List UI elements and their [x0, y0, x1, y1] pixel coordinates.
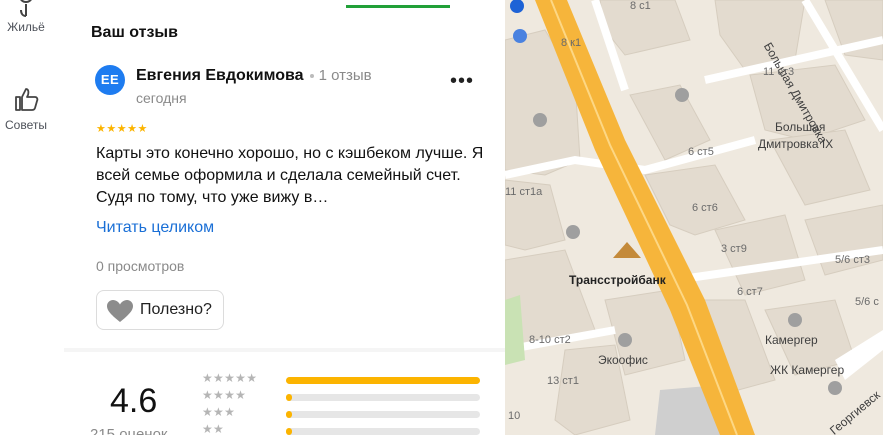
heart-icon [107, 300, 133, 322]
map-label: 11 ст3 [763, 66, 795, 78]
map-label: 13 ст1 [547, 375, 579, 387]
home-icon [20, 0, 32, 17]
rating-bar-track [286, 377, 480, 384]
review-stars: ★★★★★ [96, 123, 148, 135]
map-label: Большая [775, 120, 826, 134]
rating-bar-track [286, 411, 480, 418]
review-author-line: Евгения Евдокимова 1 отзыв [136, 67, 372, 85]
rating-row-stars: ★★★★ [202, 388, 247, 402]
map-label: Трансстройбанк [569, 273, 666, 287]
review-text: Карты это конечно хорошо, но с кэшбеком … [96, 145, 484, 206]
app-root: Жильё Советы Ваш отзыв ЕЕ Евгения Евдоки… [0, 0, 883, 435]
avatar[interactable]: ЕЕ [95, 65, 125, 95]
map-label: 10 [508, 410, 521, 422]
reviews-panel: Ваш отзыв ЕЕ Евгения Евдокимова 1 отзыв с… [64, 0, 505, 435]
more-options-button[interactable]: ••• [450, 70, 474, 93]
map-label: Камергер [765, 333, 818, 347]
rating-row-stars: ★★★★★ [202, 371, 258, 385]
rating-row[interactable]: ★★★★ [202, 388, 502, 405]
rating-bar-fill [286, 394, 292, 401]
map-label: 8 с1 [630, 0, 651, 12]
ratings-count: 215 оценок [90, 426, 168, 435]
average-rating: 4.6 [110, 382, 158, 420]
useful-button[interactable]: Полезно? [96, 290, 224, 330]
map-label: 11 ст1а [505, 186, 543, 198]
rating-bar-fill [286, 411, 292, 418]
author-name[interactable]: Евгения Евдокимова [136, 67, 304, 84]
rating-bar-fill [286, 428, 292, 435]
rating-bar-track [286, 394, 480, 401]
sidebar-item-housing[interactable]: Жильё [0, 0, 52, 34]
map-label: 6 ст5 [688, 146, 714, 158]
read-more-link[interactable]: Читать целиком [96, 219, 214, 237]
review-card: Ваш отзыв ЕЕ Евгения Евдокимова 1 отзыв с… [64, 0, 505, 348]
sidebar-item-label: Жильё [7, 20, 45, 34]
rating-row[interactable]: ★★★ [202, 405, 502, 422]
map-label: 6 ст6 [692, 202, 718, 214]
map-label: 8 к1 [561, 37, 582, 49]
views-count: 0 просмотров [96, 258, 185, 274]
map-label: 6 ст7 [737, 286, 763, 298]
author-review-count: 1 отзыв [318, 67, 372, 84]
useful-label: Полезно? [140, 301, 212, 318]
rating-bar-fill [286, 377, 480, 384]
sidebar-item-tips[interactable]: Советы [0, 86, 52, 132]
ratings-summary: 4.6 215 оценок ★★★★★ ★★★★ ★★★ ★★ [64, 352, 505, 435]
left-rail: Жильё Советы [0, 0, 52, 435]
rating-bar-track [286, 428, 480, 435]
map-label: 5/6 ст3 [835, 254, 871, 266]
map-label: 5/6 с [855, 296, 879, 308]
rating-row-stars: ★★★ [202, 405, 236, 419]
review-date: сегодня [136, 90, 187, 106]
thumbs-up-icon [15, 88, 39, 111]
page-title: Ваш отзыв [91, 24, 178, 41]
map-label: ЖК Камергер [770, 363, 845, 377]
active-tab-indicator [346, 5, 450, 8]
sidebar-item-label: Советы [5, 118, 47, 132]
map-label: Дмитровка IX [758, 137, 834, 151]
rating-row[interactable]: ★★★★★ [202, 371, 502, 388]
map-label: 3 ст9 [721, 243, 747, 255]
map-label: 8-10 ст2 [529, 334, 571, 346]
separator-dot [309, 73, 314, 78]
rating-row[interactable]: ★★ [202, 422, 502, 435]
rating-row-stars: ★★ [202, 422, 225, 435]
map-label: Экоофис [598, 353, 648, 367]
map-view[interactable]: 8 с1 8 к1 Большая Дмитровка 11 ст3 Больш… [505, 0, 883, 435]
